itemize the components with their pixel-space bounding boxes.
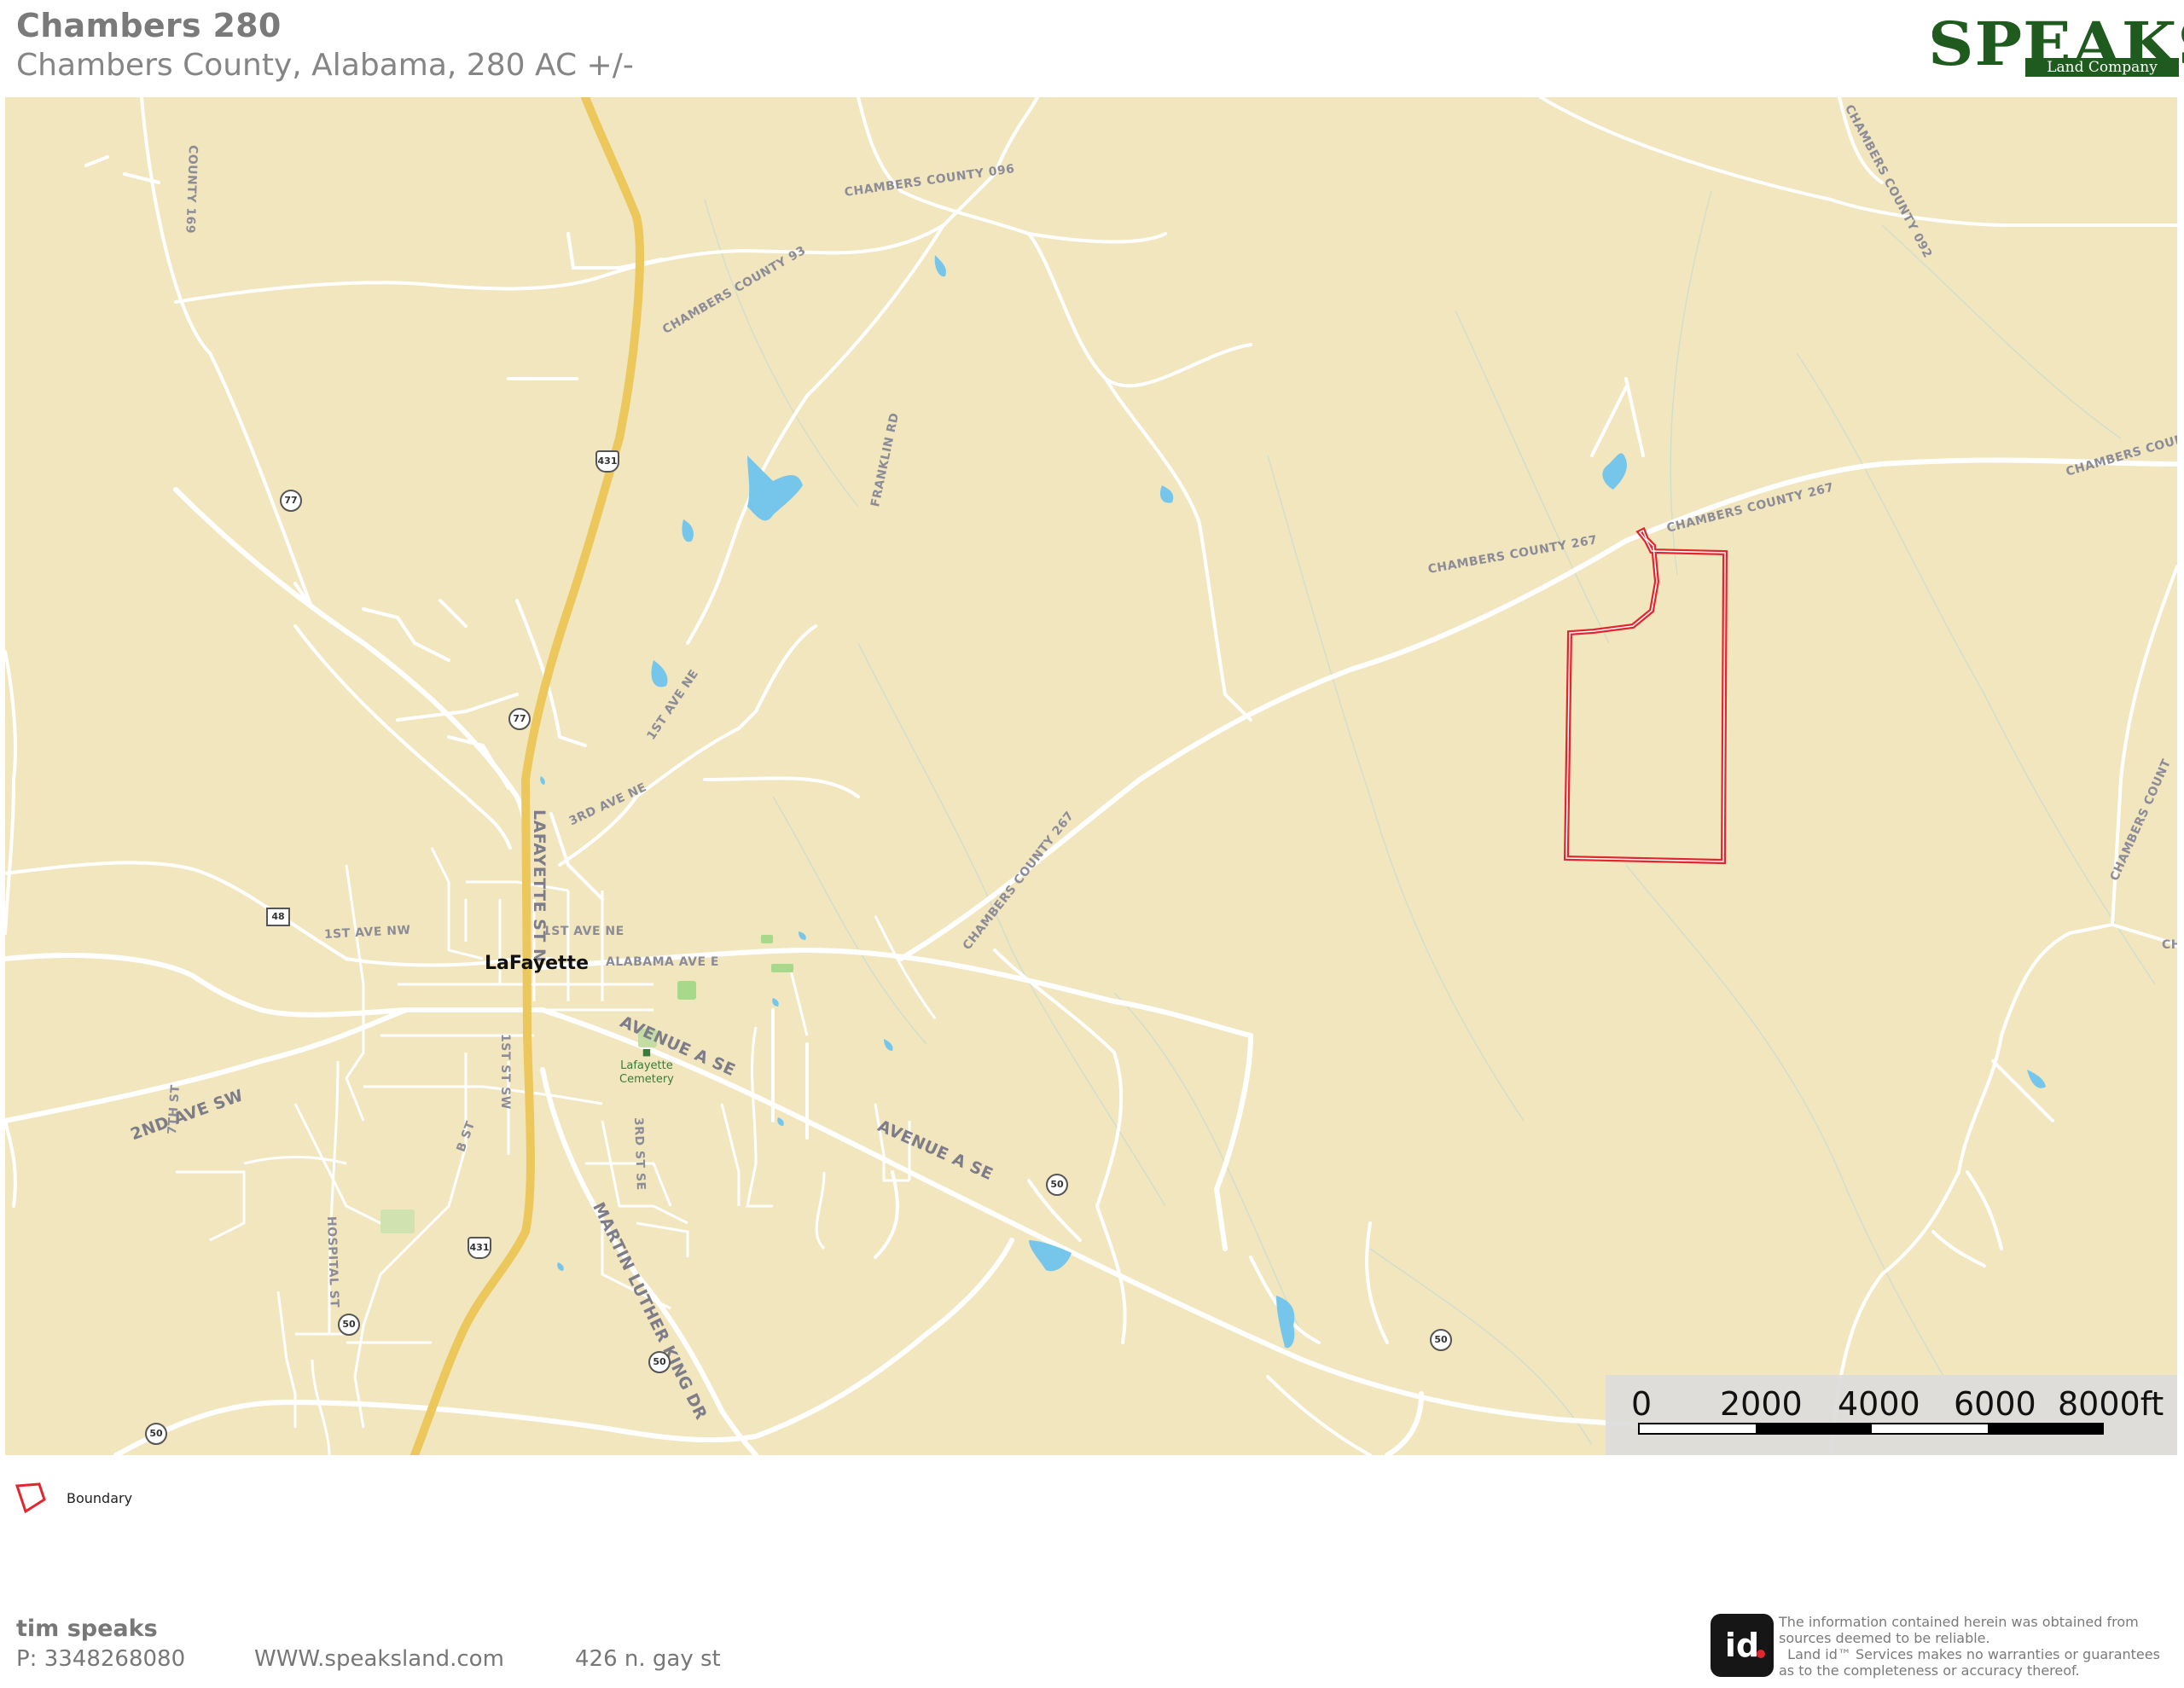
scale-label-0: 0	[1631, 1385, 1653, 1423]
scale-label-4000: 4000	[1838, 1385, 1920, 1423]
highway-431	[410, 97, 644, 1455]
route-50-shield: 50	[145, 1423, 167, 1445]
terrain-lines	[704, 190, 2156, 1446]
town-label: LaFayette	[485, 953, 589, 974]
route-77-shield: 77	[508, 708, 531, 730]
road-label: ALABAMA AVE E	[606, 955, 719, 969]
scale-bar: 0 2000 4000 6000 8000ft	[1606, 1375, 2177, 1455]
contact-address: 426 n. gay st	[575, 1646, 721, 1672]
scale-label-8000: 8000ft	[2058, 1385, 2164, 1423]
road-label: 1ST AVE NE	[543, 925, 624, 938]
map-canvas[interactable]: COUNTY 169 CHAMBERS COUNTY 096 CHAMBERS …	[5, 97, 2177, 1455]
scale-label-2000: 2000	[1720, 1385, 1803, 1423]
contact-website[interactable]: WWW.speaksland.com	[254, 1646, 504, 1672]
logo-tagline: Land Company	[2025, 58, 2179, 77]
landid-logo: id	[1711, 1614, 1774, 1677]
cemetery-label-line2: Cemetery	[619, 1073, 674, 1086]
road-label: 1ST ST SW	[498, 1034, 512, 1110]
us-431-shield: 431	[595, 450, 619, 473]
road-label: CH	[2162, 938, 2177, 952]
route-50-shield: 50	[648, 1351, 671, 1373]
property-boundary	[1563, 526, 1728, 865]
road-label: 3RD ST SE	[631, 1117, 648, 1191]
road-label: LAFAYETTE ST N	[530, 809, 549, 963]
map-title: Chambers 280	[16, 7, 282, 44]
contact-name: tim speaks	[16, 1615, 158, 1642]
speaks-logo: SPEAKS Land Company	[1926, 10, 2184, 78]
cemetery-label-line1: Lafayette	[620, 1059, 673, 1072]
us-431-shield: 431	[468, 1237, 491, 1259]
scale-track	[1638, 1423, 2104, 1435]
route-48-shield: 48	[266, 908, 290, 926]
scale-label-6000: 6000	[1954, 1385, 2036, 1423]
route-77-shield: 77	[280, 490, 302, 512]
town-grid	[176, 847, 937, 1455]
route-50-shield: 50	[1046, 1174, 1068, 1196]
route-50-shield: 50	[1430, 1329, 1452, 1351]
disclaimer-text: The information contained herein was obt…	[1779, 1614, 2160, 1679]
route-50-shield: 50	[338, 1314, 360, 1336]
boundary-legend-label: Boundary	[67, 1490, 133, 1506]
landid-logo-dot	[1757, 1650, 1765, 1658]
boundary-legend-icon	[15, 1482, 46, 1514]
map-subtitle: Chambers County, Alabama, 280 AC +/-	[16, 48, 634, 83]
water-bodies	[540, 255, 2046, 1349]
cemetery-label: ■ Lafayette Cemetery	[619, 1046, 674, 1087]
cemetery-icon: ■	[642, 1047, 652, 1058]
contact-phone: P: 3348268080	[16, 1646, 186, 1672]
landid-logo-text: id	[1724, 1627, 1760, 1664]
